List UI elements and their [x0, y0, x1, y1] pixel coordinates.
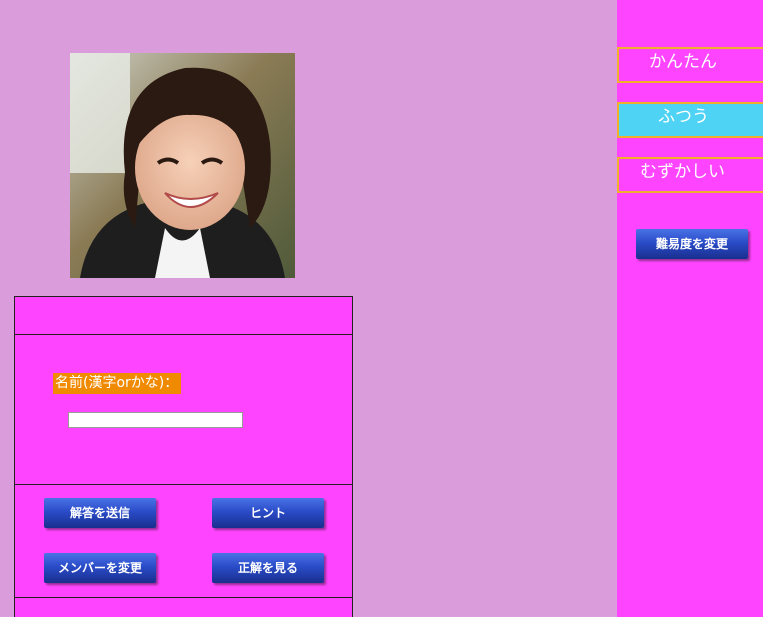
- difficulty-normal-label: ふつう: [658, 107, 709, 127]
- quiz-panel: 名前(漢字orかな)： 解答を送信 ヒント メンバーを変更 正解を見る: [14, 296, 353, 617]
- difficulty-hard-label: むずかしい: [640, 162, 725, 182]
- difficulty-normal-option[interactable]: ふつう: [617, 102, 763, 138]
- difficulty-easy-option[interactable]: かんたん: [617, 47, 763, 83]
- name-input[interactable]: [68, 412, 243, 428]
- portrait-photo: [70, 53, 295, 278]
- button-row: 解答を送信 ヒント メンバーを変更 正解を見る: [15, 485, 352, 598]
- name-label: 名前(漢字orかな)：: [53, 373, 182, 394]
- submit-answer-button[interactable]: 解答を送信: [44, 498, 156, 528]
- show-answer-button[interactable]: 正解を見る: [212, 553, 324, 583]
- hint-button[interactable]: ヒント: [212, 498, 324, 528]
- panel-header-row: [15, 297, 352, 335]
- difficulty-hard-option[interactable]: むずかしい: [617, 157, 763, 193]
- change-difficulty-button[interactable]: 難易度を変更: [636, 229, 748, 259]
- answer-row: 名前(漢字orかな)：: [15, 335, 352, 485]
- change-member-button[interactable]: メンバーを変更: [44, 553, 156, 583]
- portrait-image: [70, 53, 295, 278]
- difficulty-sidebar: かんたん ふつう むずかしい 難易度を変更: [617, 0, 763, 617]
- difficulty-easy-label: かんたん: [649, 52, 717, 72]
